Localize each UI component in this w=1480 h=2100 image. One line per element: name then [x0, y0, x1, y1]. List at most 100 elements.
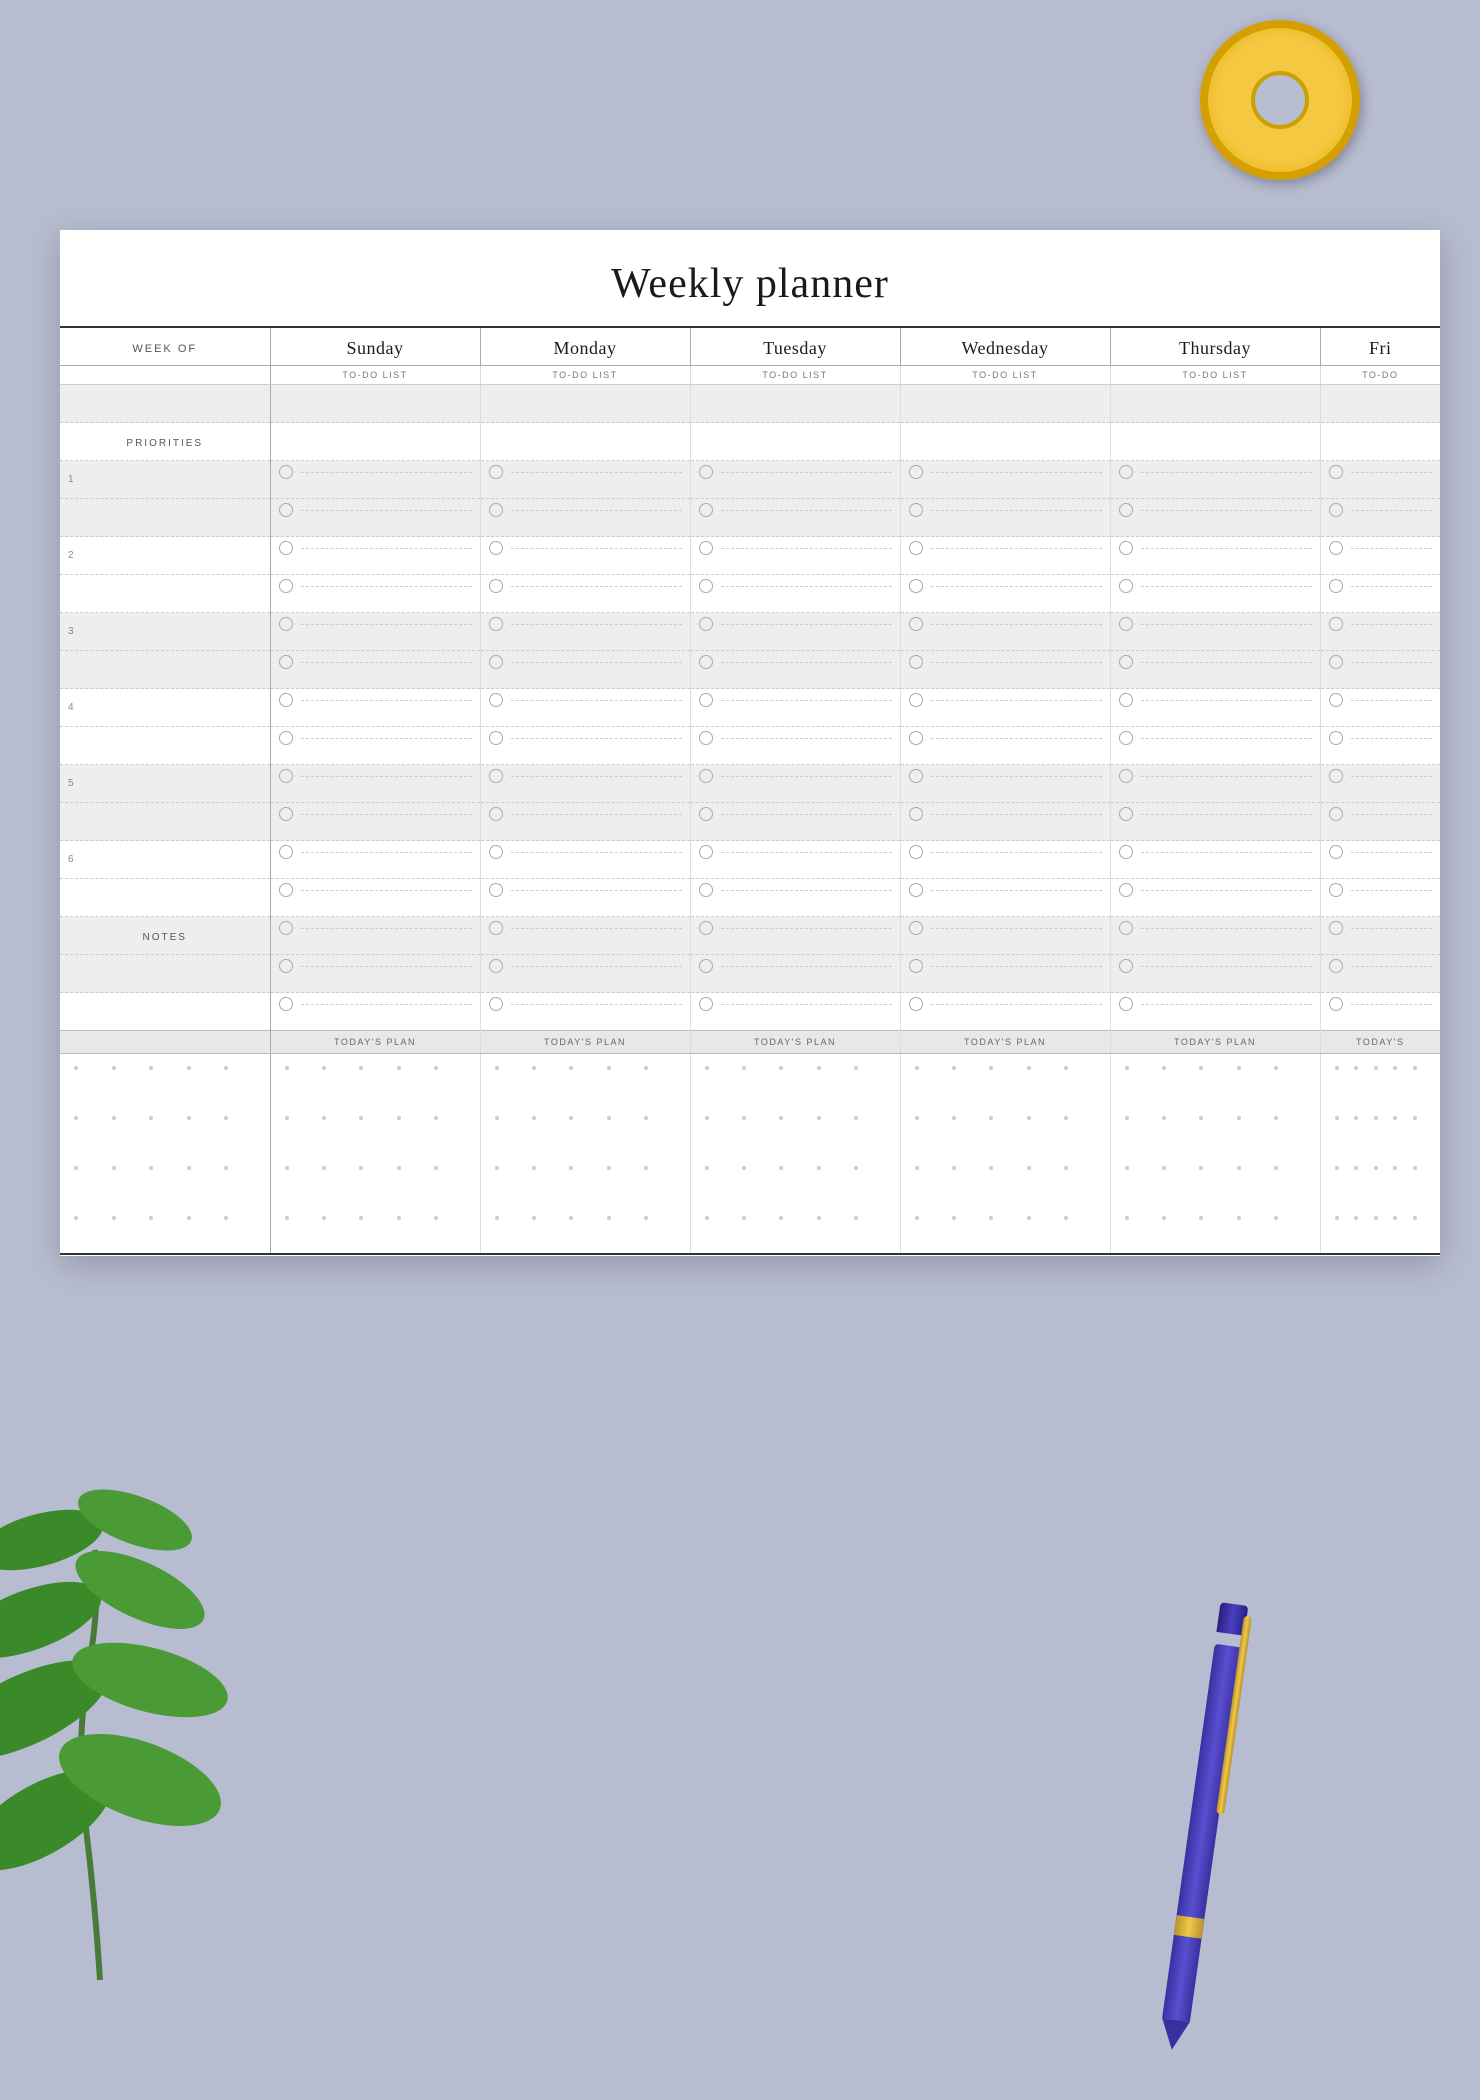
- checkbox[interactable]: [1119, 541, 1133, 555]
- friday-p2a[interactable]: [1320, 537, 1440, 575]
- checkbox[interactable]: [1329, 541, 1343, 555]
- thursday-p6b[interactable]: [1110, 879, 1320, 917]
- tuesday-notes-c[interactable]: [690, 993, 900, 1031]
- sunday-p5a[interactable]: [270, 765, 480, 803]
- sunday-notes-b[interactable]: [270, 955, 480, 993]
- checkbox[interactable]: [699, 997, 713, 1011]
- sunday-row2[interactable]: [270, 423, 480, 461]
- wednesday-row2[interactable]: [900, 423, 1110, 461]
- friday-p5a[interactable]: [1320, 765, 1440, 803]
- wednesday-p2b[interactable]: [900, 575, 1110, 613]
- checkbox[interactable]: [909, 541, 923, 555]
- checkbox[interactable]: [1329, 845, 1343, 859]
- checkbox[interactable]: [699, 883, 713, 897]
- monday-p6b[interactable]: [480, 879, 690, 917]
- wednesday-p2a[interactable]: [900, 537, 1110, 575]
- tuesday-p4b[interactable]: [690, 727, 900, 765]
- checkbox[interactable]: [909, 921, 923, 935]
- monday-p4a[interactable]: [480, 689, 690, 727]
- checkbox[interactable]: [1119, 731, 1133, 745]
- checkbox[interactable]: [699, 503, 713, 517]
- sunday-p1b[interactable]: [270, 499, 480, 537]
- friday-dot-1[interactable]: [1320, 1054, 1440, 1104]
- tuesday-p2a[interactable]: [690, 537, 900, 575]
- checkbox[interactable]: [909, 807, 923, 821]
- checkbox[interactable]: [279, 997, 293, 1011]
- checkbox[interactable]: [489, 883, 503, 897]
- checkbox[interactable]: [699, 693, 713, 707]
- checkbox[interactable]: [909, 465, 923, 479]
- thursday-dot-4[interactable]: [1110, 1204, 1320, 1254]
- checkbox[interactable]: [909, 959, 923, 973]
- monday-dot-1[interactable]: [480, 1054, 690, 1104]
- monday-row2[interactable]: [480, 423, 690, 461]
- checkbox[interactable]: [909, 579, 923, 593]
- monday-row1[interactable]: [480, 385, 690, 423]
- checkbox[interactable]: [279, 959, 293, 973]
- checkbox[interactable]: [279, 845, 293, 859]
- sunday-p4a[interactable]: [270, 689, 480, 727]
- checkbox[interactable]: [699, 617, 713, 631]
- friday-notes-b[interactable]: [1320, 955, 1440, 993]
- checkbox[interactable]: [1329, 997, 1343, 1011]
- checkbox[interactable]: [699, 731, 713, 745]
- checkbox[interactable]: [699, 465, 713, 479]
- checkbox[interactable]: [1119, 959, 1133, 973]
- tuesday-p2b[interactable]: [690, 575, 900, 613]
- friday-p6b[interactable]: [1320, 879, 1440, 917]
- thursday-row1[interactable]: [1110, 385, 1320, 423]
- tuesday-p6a[interactable]: [690, 841, 900, 879]
- checkbox[interactable]: [489, 503, 503, 517]
- checkbox[interactable]: [1329, 579, 1343, 593]
- checkbox[interactable]: [279, 693, 293, 707]
- checkbox[interactable]: [909, 617, 923, 631]
- monday-p5a[interactable]: [480, 765, 690, 803]
- checkbox[interactable]: [1119, 617, 1133, 631]
- sunday-row1[interactable]: [270, 385, 480, 423]
- tuesday-p4a[interactable]: [690, 689, 900, 727]
- thursday-notes-c[interactable]: [1110, 993, 1320, 1031]
- checkbox[interactable]: [489, 579, 503, 593]
- checkbox[interactable]: [279, 769, 293, 783]
- checkbox[interactable]: [489, 617, 503, 631]
- checkbox[interactable]: [909, 997, 923, 1011]
- checkbox[interactable]: [699, 845, 713, 859]
- wednesday-p4a[interactable]: [900, 689, 1110, 727]
- checkbox[interactable]: [1329, 883, 1343, 897]
- friday-p4a[interactable]: [1320, 689, 1440, 727]
- wednesday-dot-4[interactable]: [900, 1204, 1110, 1254]
- thursday-p4a[interactable]: [1110, 689, 1320, 727]
- thursday-p6a[interactable]: [1110, 841, 1320, 879]
- monday-p1a[interactable]: [480, 461, 690, 499]
- wednesday-p3a[interactable]: [900, 613, 1110, 651]
- checkbox[interactable]: [1119, 883, 1133, 897]
- friday-p1a[interactable]: [1320, 461, 1440, 499]
- sunday-p2b[interactable]: [270, 575, 480, 613]
- checkbox[interactable]: [1119, 997, 1133, 1011]
- tuesday-p5b[interactable]: [690, 803, 900, 841]
- sunday-p3b[interactable]: [270, 651, 480, 689]
- checkbox[interactable]: [1329, 769, 1343, 783]
- sunday-dot-3[interactable]: [270, 1154, 480, 1204]
- checkbox[interactable]: [909, 655, 923, 669]
- sunday-notes-c[interactable]: [270, 993, 480, 1031]
- checkbox[interactable]: [279, 731, 293, 745]
- wednesday-dot-3[interactable]: [900, 1154, 1110, 1204]
- friday-dot-3[interactable]: [1320, 1154, 1440, 1204]
- checkbox[interactable]: [279, 617, 293, 631]
- checkbox[interactable]: [699, 655, 713, 669]
- thursday-p5a[interactable]: [1110, 765, 1320, 803]
- wednesday-p5b[interactable]: [900, 803, 1110, 841]
- checkbox[interactable]: [699, 959, 713, 973]
- monday-notes-c[interactable]: [480, 993, 690, 1031]
- friday-row2[interactable]: [1320, 423, 1440, 461]
- checkbox[interactable]: [1329, 617, 1343, 631]
- checkbox[interactable]: [489, 921, 503, 935]
- thursday-p2a[interactable]: [1110, 537, 1320, 575]
- checkbox[interactable]: [699, 541, 713, 555]
- checkbox[interactable]: [1119, 845, 1133, 859]
- thursday-notes-b[interactable]: [1110, 955, 1320, 993]
- checkbox[interactable]: [909, 883, 923, 897]
- wednesday-row1[interactable]: [900, 385, 1110, 423]
- checkbox[interactable]: [1329, 693, 1343, 707]
